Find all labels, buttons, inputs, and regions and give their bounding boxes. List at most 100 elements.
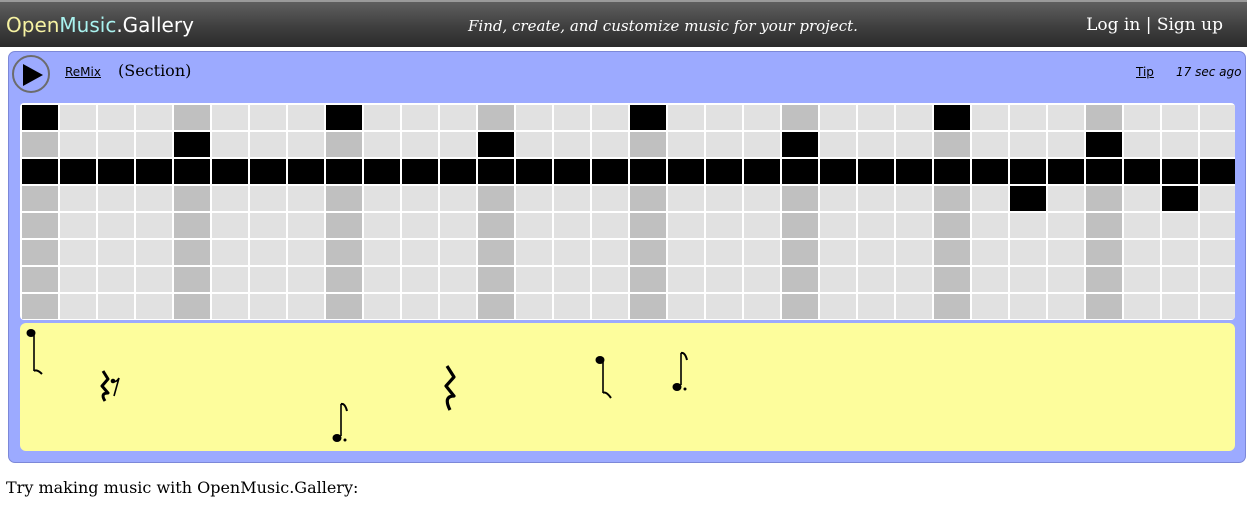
grid-cell[interactable] — [668, 186, 704, 211]
grid-cell[interactable] — [478, 294, 514, 319]
grid-cell[interactable] — [1048, 105, 1084, 130]
grid-cell[interactable] — [174, 132, 210, 157]
grid-cell[interactable] — [250, 159, 286, 184]
grid-cell[interactable] — [250, 132, 286, 157]
grid-cell[interactable] — [782, 294, 818, 319]
grid-cell[interactable] — [820, 267, 856, 292]
grid-cell[interactable] — [782, 132, 818, 157]
grid-cell[interactable] — [174, 105, 210, 130]
grid-cell[interactable] — [288, 132, 324, 157]
grid-cell[interactable] — [402, 240, 438, 265]
grid-cell[interactable] — [288, 267, 324, 292]
grid-cell[interactable] — [668, 240, 704, 265]
grid-cell[interactable] — [326, 294, 362, 319]
grid-cell[interactable] — [98, 294, 134, 319]
grid-cell[interactable] — [212, 105, 248, 130]
grid-cell[interactable] — [1086, 240, 1122, 265]
grid-cell[interactable] — [782, 105, 818, 130]
grid-cell[interactable] — [858, 267, 894, 292]
grid-cell[interactable] — [554, 240, 590, 265]
grid-cell[interactable] — [478, 186, 514, 211]
grid-cell[interactable] — [98, 105, 134, 130]
grid-cell[interactable] — [934, 213, 970, 238]
grid-cell[interactable] — [440, 132, 476, 157]
grid-cell[interactable] — [934, 267, 970, 292]
grid-cell[interactable] — [706, 186, 742, 211]
grid-cell[interactable] — [972, 294, 1008, 319]
grid-cell[interactable] — [440, 213, 476, 238]
grid-cell[interactable] — [858, 159, 894, 184]
grid-cell[interactable] — [820, 132, 856, 157]
grid-cell[interactable] — [1162, 267, 1198, 292]
grid-cell[interactable] — [858, 105, 894, 130]
grid-cell[interactable] — [1162, 213, 1198, 238]
grid-cell[interactable] — [858, 132, 894, 157]
grid-cell[interactable] — [326, 159, 362, 184]
grid-cell[interactable] — [820, 105, 856, 130]
grid-cell[interactable] — [1048, 186, 1084, 211]
grid-cell[interactable] — [1086, 213, 1122, 238]
grid-cell[interactable] — [1162, 240, 1198, 265]
grid-cell[interactable] — [554, 267, 590, 292]
grid-cell[interactable] — [478, 267, 514, 292]
grid-cell[interactable] — [136, 105, 172, 130]
grid-cell[interactable] — [896, 240, 932, 265]
grid-cell[interactable] — [934, 186, 970, 211]
grid-cell[interactable] — [1010, 294, 1046, 319]
grid-cell[interactable] — [98, 267, 134, 292]
grid-cell[interactable] — [516, 186, 552, 211]
grid-cell[interactable] — [60, 105, 96, 130]
grid-cell[interactable] — [1162, 105, 1198, 130]
grid-cell[interactable] — [212, 213, 248, 238]
grid-cell[interactable] — [22, 267, 58, 292]
grid-cell[interactable] — [1124, 105, 1160, 130]
grid-cell[interactable] — [896, 186, 932, 211]
grid-cell[interactable] — [364, 294, 400, 319]
grid-cell[interactable] — [364, 240, 400, 265]
grid-cell[interactable] — [22, 213, 58, 238]
grid-cell[interactable] — [402, 159, 438, 184]
grid-cell[interactable] — [1086, 105, 1122, 130]
grid-cell[interactable] — [706, 267, 742, 292]
grid-cell[interactable] — [1048, 240, 1084, 265]
grid-cell[interactable] — [1086, 294, 1122, 319]
grid-cell[interactable] — [820, 240, 856, 265]
grid-cell[interactable] — [1162, 132, 1198, 157]
grid-cell[interactable] — [326, 240, 362, 265]
grid-cell[interactable] — [174, 159, 210, 184]
grid-cell[interactable] — [592, 186, 628, 211]
grid-cell[interactable] — [972, 186, 1008, 211]
grid-cell[interactable] — [896, 159, 932, 184]
tip-link[interactable]: Tip — [1136, 65, 1154, 79]
grid-cell[interactable] — [706, 294, 742, 319]
grid-cell[interactable] — [440, 267, 476, 292]
grid-cell[interactable] — [250, 240, 286, 265]
grid-cell[interactable] — [98, 186, 134, 211]
remix-link[interactable]: ReMix — [65, 65, 101, 79]
grid-cell[interactable] — [478, 213, 514, 238]
grid-cell[interactable] — [896, 213, 932, 238]
grid-cell[interactable] — [440, 105, 476, 130]
grid-cell[interactable] — [782, 240, 818, 265]
grid-cell[interactable] — [136, 240, 172, 265]
grid-cell[interactable] — [1200, 159, 1235, 184]
grid-cell[interactable] — [972, 240, 1008, 265]
signup-link[interactable]: Sign up — [1157, 15, 1223, 35]
grid-cell[interactable] — [1124, 240, 1160, 265]
grid-cell[interactable] — [896, 132, 932, 157]
grid-cell[interactable] — [1048, 213, 1084, 238]
grid-cell[interactable] — [896, 294, 932, 319]
grid-cell[interactable] — [972, 132, 1008, 157]
grid-cell[interactable] — [782, 213, 818, 238]
grid-cell[interactable] — [972, 267, 1008, 292]
grid-cell[interactable] — [592, 294, 628, 319]
grid-cell[interactable] — [1124, 213, 1160, 238]
grid-cell[interactable] — [288, 159, 324, 184]
grid-cell[interactable] — [212, 132, 248, 157]
grid-cell[interactable] — [858, 186, 894, 211]
grid-cell[interactable] — [288, 186, 324, 211]
grid-cell[interactable] — [174, 213, 210, 238]
grid-cell[interactable] — [706, 159, 742, 184]
grid-cell[interactable] — [972, 105, 1008, 130]
grid-cell[interactable] — [1124, 294, 1160, 319]
